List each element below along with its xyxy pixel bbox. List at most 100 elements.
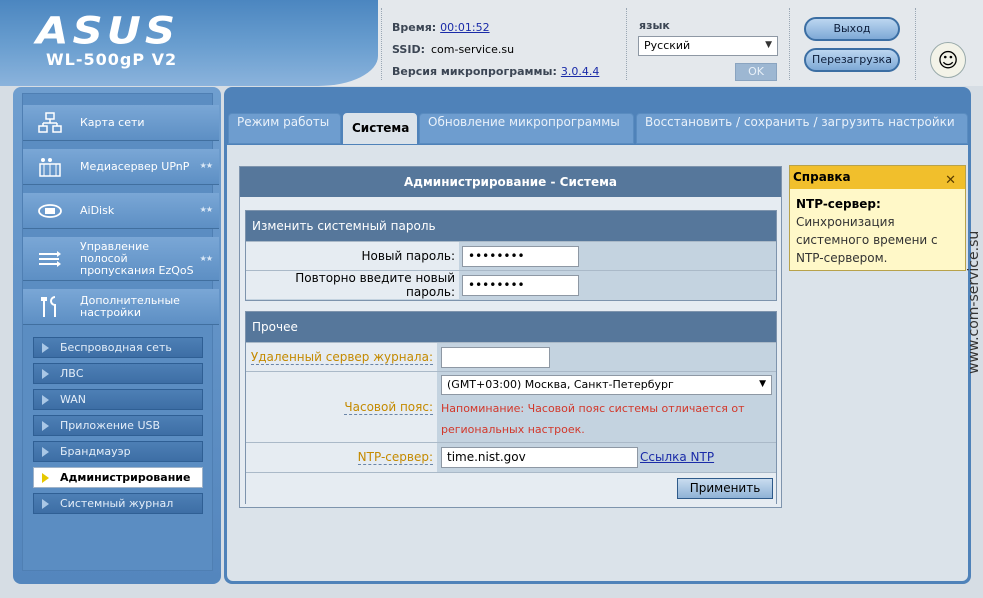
tab-restore-save-load-settings[interactable]: Восстановить / сохранить / загрузить нас… — [636, 113, 968, 144]
new-password-input[interactable]: •••••••• — [462, 246, 579, 267]
remote-log-label-cell: Удаленный сервер журнала: — [246, 343, 437, 371]
ntp-label-cell: NTP-сервер: — [246, 443, 437, 472]
logout-button[interactable]: Выход — [804, 17, 900, 41]
ntp-row: NTP-сервер: time.nist.gov Ссылка NTP — [246, 442, 776, 472]
timezone-label-cell: Часовой пояс: — [246, 372, 437, 442]
language-selected: Русский — [644, 39, 691, 52]
sidebar-item-label: AiDisk — [80, 203, 115, 217]
aidisk-icon — [37, 199, 63, 223]
help-text: Синхронизация системного времени с NTP-с… — [796, 215, 938, 265]
sub-item-label: ЛВС — [60, 367, 84, 380]
time-row: Время: 00:01:52 — [392, 21, 490, 34]
sidebar-item-aidisk[interactable]: AiDisk ★★ — [23, 193, 219, 229]
sidebar-sub-item-usb-application[interactable]: Приложение USB — [33, 415, 203, 436]
sub-item-label: Брандмауэр — [60, 445, 131, 458]
chevron-down-icon: ▼ — [759, 379, 766, 389]
ssid-row: SSID: com-service.su — [392, 43, 514, 56]
remote-log-server-input[interactable] — [441, 347, 550, 368]
remote-log-row: Удаленный сервер журнала: — [246, 342, 776, 371]
sidebar-sub-item-wan[interactable]: WAN — [33, 389, 203, 410]
time-label: Время: — [392, 21, 437, 34]
firmware-version-link[interactable]: 3.0.4.4 — [561, 65, 599, 78]
brand-panel: ASUS WL-500gP V2 — [0, 0, 378, 86]
sidebar-sub-item-system-log[interactable]: Системный журнал — [33, 493, 203, 514]
tab-system[interactable]: Система — [343, 113, 417, 144]
model-name: WL-500gP V2 — [46, 50, 178, 69]
sidebar-item-label: Карта сети — [80, 115, 145, 129]
timezone-warning: Напоминание: Часовой пояс системы отлича… — [441, 402, 745, 436]
tab-firmware-upgrade[interactable]: Обновление микропрограммы — [419, 113, 634, 144]
sub-item-label: WAN — [60, 393, 87, 406]
section-heading: Прочее — [246, 312, 776, 342]
ssid-label: SSID: — [392, 43, 425, 56]
sidebar-item-advanced-settings[interactable]: Дополнительные настройки — [23, 289, 219, 325]
time-value-link[interactable]: 00:01:52 — [440, 21, 489, 34]
bullet-arrow-icon — [42, 447, 49, 457]
page-title: Администрирование - Система — [240, 167, 781, 197]
password-section: Изменить системный пароль Новый пароль: … — [245, 210, 777, 301]
help-term: NTP-сервер: — [796, 197, 881, 211]
timezone-select[interactable]: (GMT+03:00) Москва, Санкт-Петербург ▼ — [441, 375, 772, 395]
other-section: Прочее Удаленный сервер журнала: Часовой… — [245, 311, 777, 504]
field-cell — [437, 343, 776, 371]
sidebar-item-media-server[interactable]: Медиасервер UPnP ★★ — [23, 149, 219, 185]
bullet-arrow-icon — [42, 421, 49, 431]
ntp-server-input[interactable]: time.nist.gov — [441, 447, 638, 468]
bullet-arrow-icon — [42, 499, 49, 509]
bullet-arrow-icon — [42, 473, 49, 483]
language-label: язык — [639, 19, 670, 32]
tab-operation-mode[interactable]: Режим работы — [228, 113, 341, 144]
field-cell: •••••••• — [459, 271, 776, 299]
language-select[interactable]: Русский ▼ — [638, 36, 778, 56]
sidebar-sub-item-administration[interactable]: Администрирование — [33, 467, 203, 488]
asus-logo: ASUS — [36, 8, 180, 53]
tools-icon — [37, 295, 63, 319]
help-title: Справка — [793, 170, 851, 184]
repeat-password-input[interactable]: •••••••• — [462, 275, 579, 296]
section-heading: Изменить системный пароль — [246, 211, 776, 241]
ntp-link[interactable]: Ссылка NTP — [640, 450, 714, 464]
apply-row: Применить — [246, 472, 776, 504]
sub-item-label: Администрирование — [60, 471, 191, 484]
header-divider — [381, 8, 382, 80]
watermark: www.com-service.su — [966, 230, 982, 374]
chevron-down-icon: ▼ — [765, 40, 772, 50]
field-cell: (GMT+03:00) Москва, Санкт-Петербург ▼ На… — [437, 372, 776, 442]
sub-item-label: Приложение USB — [60, 419, 161, 432]
ntp-server-label[interactable]: NTP-сервер: — [357, 450, 433, 465]
avatar-icon: ☺ — [930, 42, 966, 78]
remote-log-label[interactable]: Удаленный сервер журнала: — [250, 350, 433, 365]
help-header: Справка ✕ — [790, 166, 965, 189]
apply-button[interactable]: Применить — [677, 478, 773, 499]
new-password-label: Новый пароль: — [246, 242, 459, 270]
sidebar-sub-item-firewall[interactable]: Брандмауэр — [33, 441, 203, 462]
admin-system-form: Администрирование - Система Изменить сис… — [239, 166, 782, 508]
star-icon: ★★ — [199, 254, 213, 263]
timezone-row: Часовой пояс: (GMT+03:00) Москва, Санкт-… — [246, 371, 776, 442]
sidebar-sub-item-lan[interactable]: ЛВС — [33, 363, 203, 384]
language-ok-button[interactable]: OK — [735, 63, 777, 81]
bullet-arrow-icon — [42, 343, 49, 353]
new-password-row: Новый пароль: •••••••• — [246, 241, 776, 270]
timezone-selected: (GMT+03:00) Москва, Санкт-Петербург — [447, 378, 674, 391]
reboot-button[interactable]: Перезагрузка — [804, 48, 900, 72]
star-icon: ★★ — [199, 205, 213, 214]
sidebar-item-label: Медиасервер UPnP — [80, 159, 190, 173]
sidebar-item-network-map[interactable]: Карта сети — [23, 105, 219, 141]
bullet-arrow-icon — [42, 395, 49, 405]
field-cell: time.nist.gov Ссылка NTP — [437, 443, 776, 472]
header-divider — [626, 8, 627, 80]
ezqos-icon — [37, 247, 63, 271]
sidebar-item-label: Управление полосой пропускания EzQoS — [80, 239, 194, 277]
timezone-label[interactable]: Часовой пояс: — [344, 400, 433, 415]
sub-item-label: Системный журнал — [60, 497, 174, 510]
repeat-password-label: Повторно введите новый пароль: — [246, 271, 459, 299]
sidebar: Карта сети Медиасервер UPnP ★★ AiDisk ★★… — [13, 87, 221, 584]
star-icon: ★★ — [199, 161, 213, 170]
help-body: NTP-сервер: Синхронизация системного вре… — [790, 189, 965, 273]
sidebar-item-ezqos[interactable]: Управление полосой пропускания EzQoS ★★ — [23, 237, 219, 281]
media-server-icon — [37, 155, 63, 179]
close-icon[interactable]: ✕ — [945, 169, 956, 192]
sidebar-item-label: Дополнительные настройки — [80, 293, 180, 319]
sidebar-sub-item-wireless[interactable]: Беспроводная сеть — [33, 337, 203, 358]
